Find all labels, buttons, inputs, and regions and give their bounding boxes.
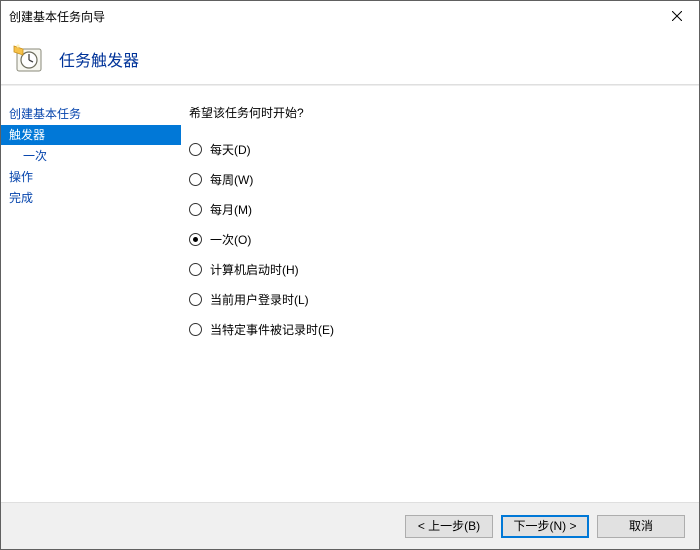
radio-icon xyxy=(189,143,202,156)
nav-item-label: 创建基本任务 xyxy=(9,107,81,121)
trigger-option-label: 当前用户登录时(L) xyxy=(210,291,309,308)
trigger-option-label: 一次(O) xyxy=(210,231,251,248)
trigger-option[interactable]: 每月(M) xyxy=(189,199,699,219)
trigger-option[interactable]: 每天(D) xyxy=(189,139,699,159)
trigger-option[interactable]: 当特定事件被记录时(E) xyxy=(189,319,699,339)
nav-item-label: 完成 xyxy=(9,191,33,205)
radio-icon xyxy=(189,233,202,246)
wizard-nav: 创建基本任务触发器一次操作完成 xyxy=(1,86,181,502)
nav-item[interactable]: 创建基本任务 xyxy=(1,104,181,124)
back-button[interactable]: < 上一步(B) xyxy=(405,515,493,538)
trigger-option-label: 计算机启动时(H) xyxy=(210,261,299,278)
radio-icon xyxy=(189,173,202,186)
trigger-option-label: 每月(M) xyxy=(210,201,252,218)
next-button[interactable]: 下一步(N) > xyxy=(501,515,589,538)
radio-icon xyxy=(189,203,202,216)
trigger-options: 每天(D) 每周(W) 每月(M) 一次(O) 计算机启动时(H) 当前用户登录时(L) 当… xyxy=(189,139,699,339)
button-bar: < 上一步(B) 下一步(N) > 取消 xyxy=(1,502,699,549)
page-title: 任务触发器 xyxy=(59,47,139,71)
nav-item[interactable]: 完成 xyxy=(1,188,181,208)
trigger-option-label: 当特定事件被记录时(E) xyxy=(210,321,334,338)
task-scheduler-icon xyxy=(13,43,45,75)
wizard-body: 创建基本任务触发器一次操作完成 希望该任务何时开始? 每天(D) 每周(W) 每月(… xyxy=(1,86,699,502)
trigger-option[interactable]: 计算机启动时(H) xyxy=(189,259,699,279)
cancel-button[interactable]: 取消 xyxy=(597,515,685,538)
titlebar: 创建基本任务向导 xyxy=(1,1,699,31)
close-button[interactable] xyxy=(654,1,699,31)
nav-item-label: 一次 xyxy=(23,149,47,163)
nav-item-label: 触发器 xyxy=(9,128,45,142)
trigger-prompt: 希望该任务何时开始? xyxy=(189,104,699,121)
nav-item[interactable]: 触发器 xyxy=(1,125,181,145)
trigger-option[interactable]: 一次(O) xyxy=(189,229,699,249)
nav-item[interactable]: 操作 xyxy=(1,167,181,187)
radio-icon xyxy=(189,293,202,306)
radio-icon xyxy=(189,323,202,336)
wizard-header: 任务触发器 xyxy=(1,31,699,86)
close-icon xyxy=(672,11,682,21)
nav-item[interactable]: 一次 xyxy=(1,146,181,166)
trigger-option[interactable]: 每周(W) xyxy=(189,169,699,189)
window-title: 创建基本任务向导 xyxy=(9,8,105,25)
wizard-content: 希望该任务何时开始? 每天(D) 每周(W) 每月(M) 一次(O) 计算机启动时(H)… xyxy=(181,86,699,502)
wizard-window: 创建基本任务向导 任务触发器 创建基本任务触发器一次操作完成 xyxy=(0,0,700,550)
trigger-option-label: 每周(W) xyxy=(210,171,253,188)
trigger-option-label: 每天(D) xyxy=(210,141,251,158)
trigger-option[interactable]: 当前用户登录时(L) xyxy=(189,289,699,309)
radio-icon xyxy=(189,263,202,276)
nav-item-label: 操作 xyxy=(9,170,33,184)
